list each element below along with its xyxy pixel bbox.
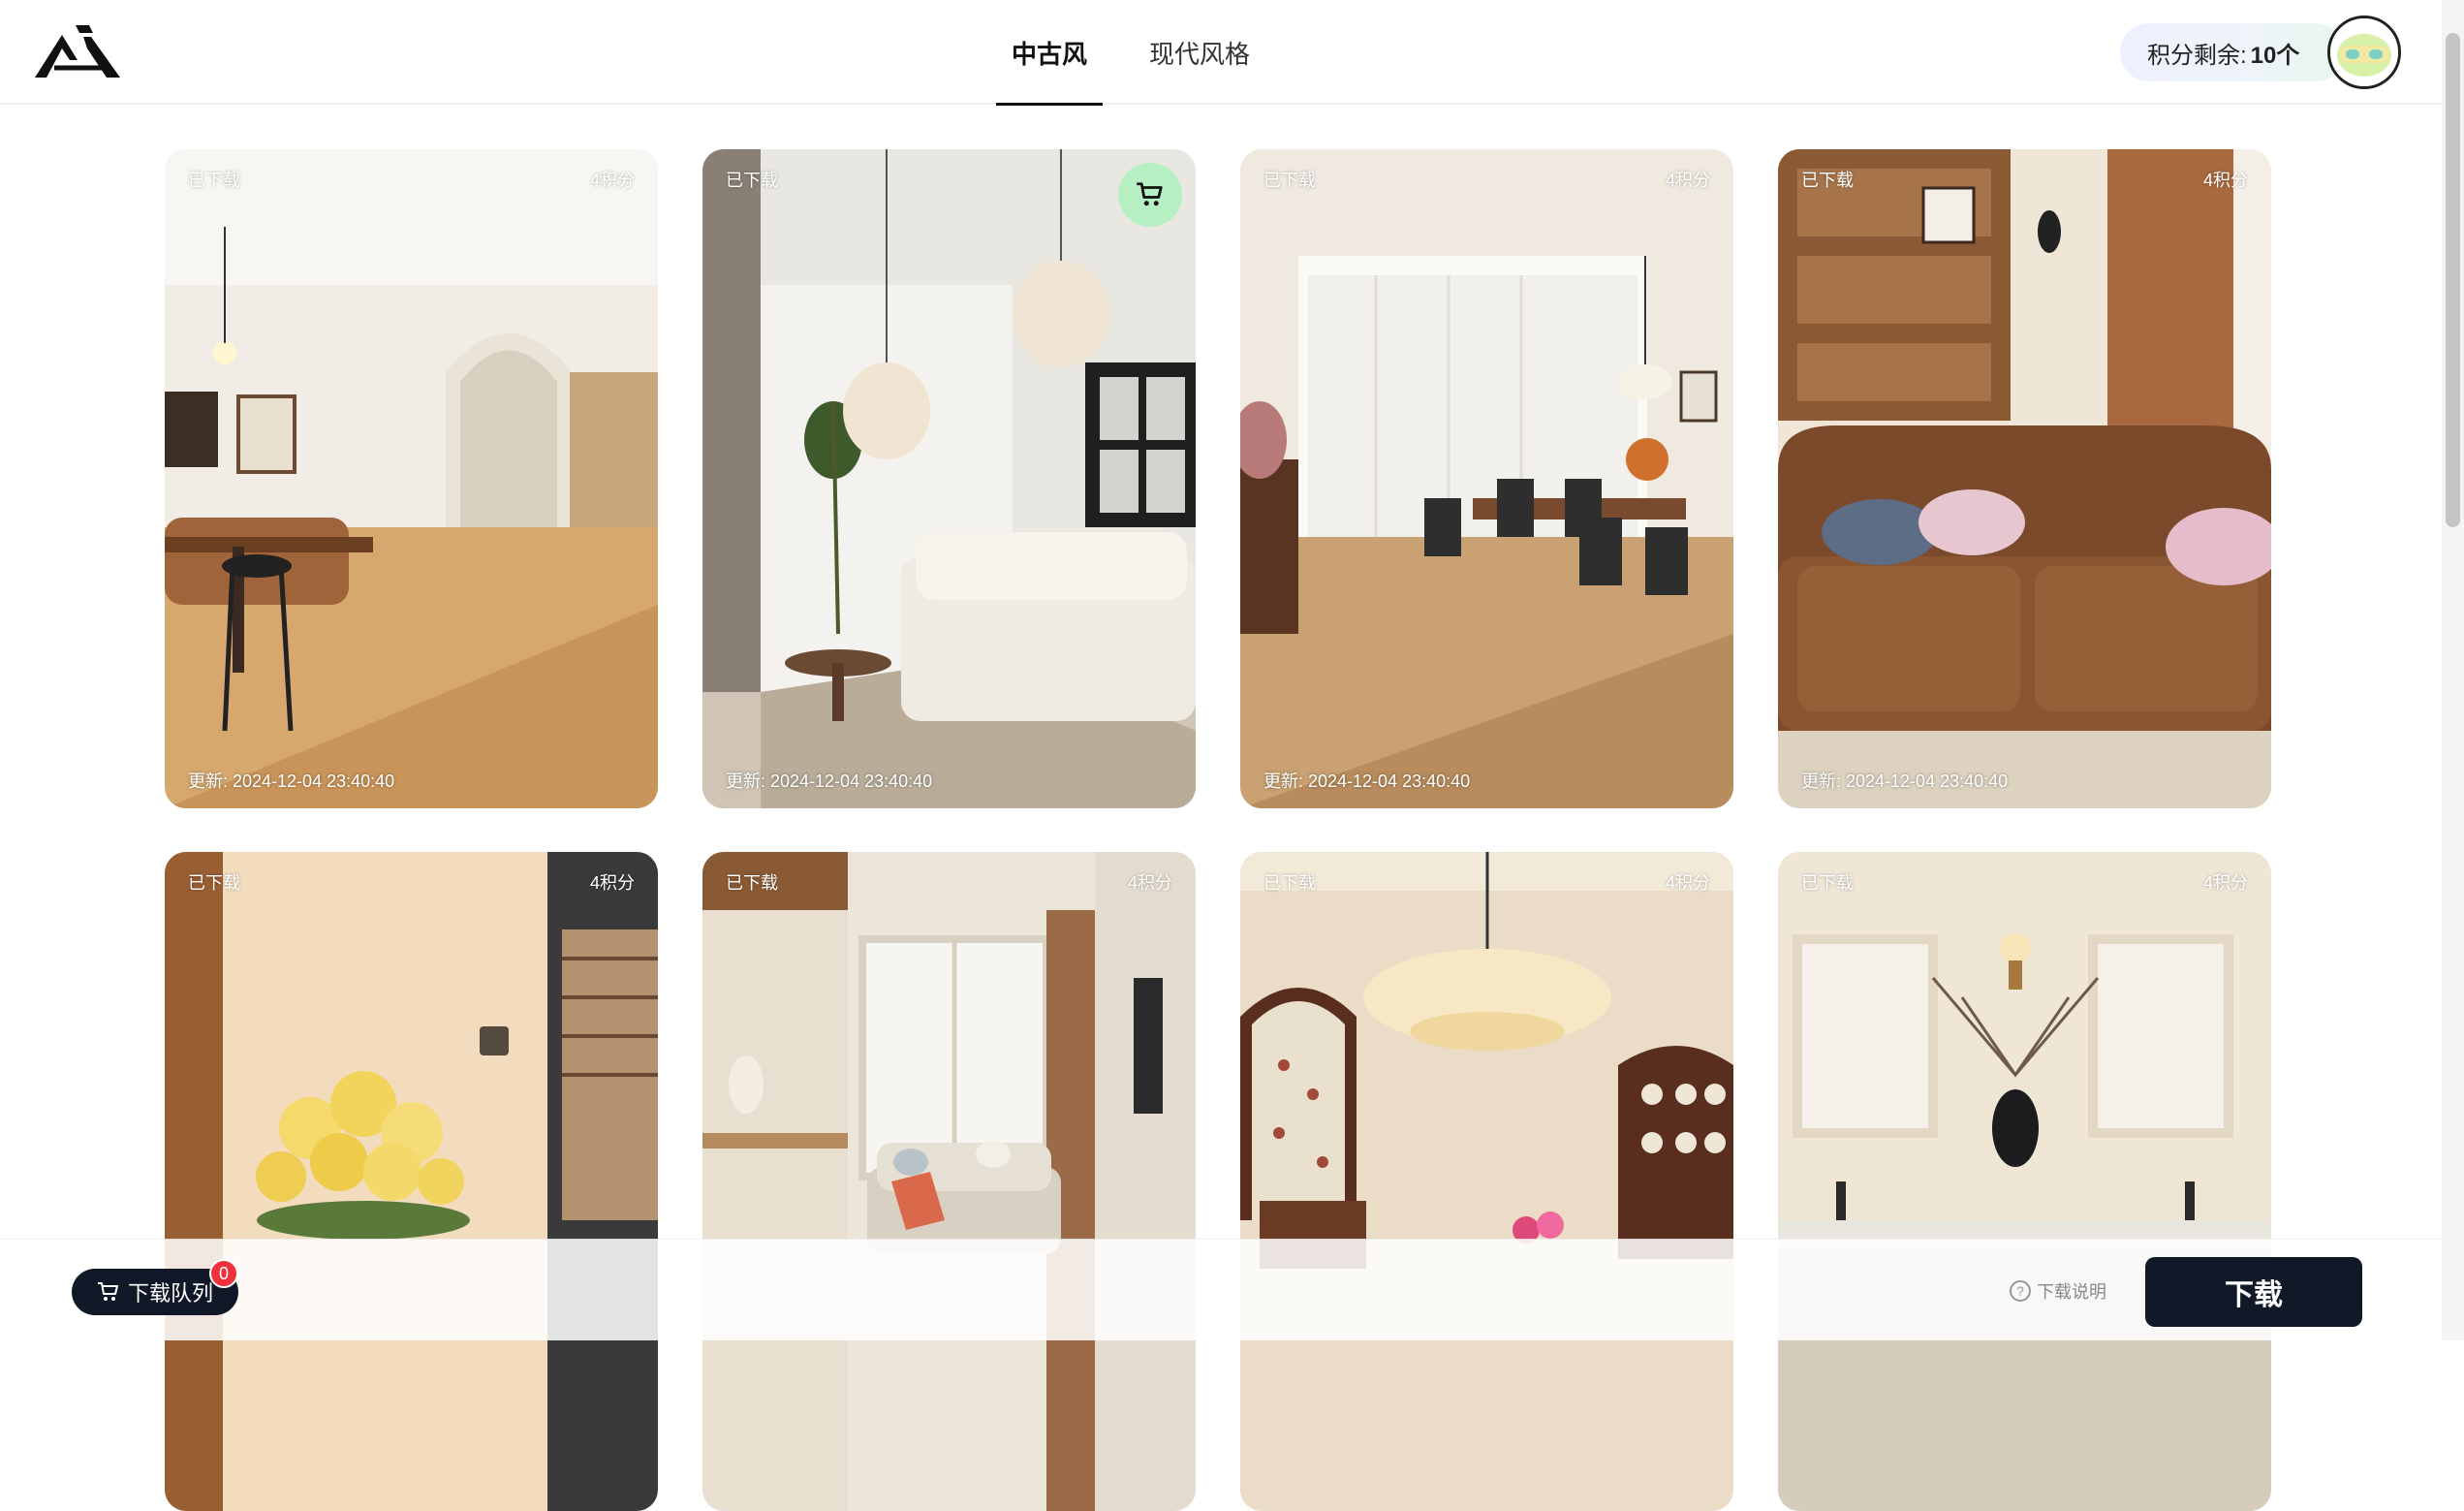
- updated-label: 更新: 2024-12-04 23:40:40: [1263, 771, 1471, 791]
- image-card[interactable]: 已下载 4积分 更新: 2024-12-04 23:40:40: [1778, 149, 2271, 808]
- scrollbar-thumb[interactable]: [2446, 33, 2460, 527]
- image-card[interactable]: 已下载 4积分 更新: 2024-12-04 23:40:40: [1240, 149, 1733, 808]
- downloaded-label: 已下载: [188, 171, 240, 190]
- downloaded-label: 已下载: [1263, 873, 1316, 893]
- cost-label: 4积分: [589, 171, 635, 190]
- top-header: 中古风 现代风格 积分剩余: 10个: [0, 0, 2442, 106]
- scene-image: [702, 852, 1196, 1511]
- download-help-link[interactable]: ? 下载说明: [2010, 1278, 2106, 1304]
- cost-label: 4积分: [1665, 873, 1710, 893]
- scene-image: [165, 852, 658, 1511]
- updated-label: 更新: 2024-12-04 23:40:40: [188, 771, 395, 791]
- download-button[interactable]: 下载: [2145, 1257, 2362, 1327]
- scene-image: [1778, 852, 2271, 1511]
- downloaded-label: 已下载: [1801, 873, 1854, 893]
- scene-image: [1240, 852, 1733, 1511]
- cost-label: 4积分: [589, 873, 635, 893]
- cart-icon: [98, 1282, 118, 1301]
- image-card[interactable]: 已下载 4积分 更新: 2024-12-04 23:40:40: [165, 149, 658, 808]
- help-label: 下载说明: [2037, 1282, 2106, 1302]
- question-icon: ?: [2010, 1280, 2031, 1302]
- cart-icon: [1137, 182, 1163, 206]
- updated-label: 更新: 2024-12-04 23:40:40: [726, 771, 933, 791]
- scene-image: [165, 149, 658, 808]
- image-card[interactable]: 已下载 4积分: [702, 852, 1196, 1511]
- queue-label: 下载队列: [128, 1281, 214, 1306]
- brand-logo[interactable]: [33, 21, 122, 81]
- cost-label: 4积分: [1127, 873, 1172, 893]
- image-card[interactable]: 已下载 更新: 2024-12-04 23:40:40: [702, 149, 1196, 808]
- cost-label: 4积分: [1665, 171, 1710, 190]
- points-label: 积分剩余:: [2147, 42, 2247, 69]
- downloaded-label: 已下载: [1801, 171, 1854, 190]
- downloaded-label: 已下载: [1263, 171, 1316, 190]
- avatar-icon[interactable]: [2327, 16, 2401, 89]
- updated-label: 更新: 2024-12-04 23:40:40: [1801, 771, 2009, 791]
- image-card[interactable]: 已下载 4积分: [1778, 852, 2271, 1511]
- scene-image: [1778, 149, 2271, 808]
- downloaded-label: 已下载: [726, 873, 778, 893]
- tab-mid-century[interactable]: 中古风: [996, 0, 1104, 106]
- tab-label: 现代风格: [1149, 39, 1251, 69]
- bottom-action-bar: 下载队列 0 ? 下载说明 下载: [0, 1239, 2442, 1340]
- downloaded-label: 已下载: [726, 171, 778, 190]
- download-label: 下载: [2225, 1279, 2283, 1311]
- scene-image: [1240, 149, 1733, 808]
- tab-modern[interactable]: 现代风格: [1138, 0, 1262, 105]
- downloaded-label: 已下载: [188, 873, 240, 893]
- style-tabs: 中古风 现代风格: [996, 0, 1296, 106]
- queue-count-badge: 0: [209, 1259, 238, 1288]
- points-remaining: 积分剩余: 10个: [2120, 23, 2345, 81]
- points-value: 10个: [2250, 42, 2300, 69]
- cost-label: 4积分: [2202, 873, 2248, 893]
- cart-button[interactable]: [1118, 163, 1182, 227]
- image-card[interactable]: 已下载 4积分: [1240, 852, 1733, 1511]
- scene-image: [702, 149, 1196, 808]
- image-card[interactable]: 已下载 4积分: [165, 852, 658, 1511]
- cost-label: 4积分: [2202, 171, 2248, 190]
- tab-label: 中古风: [1012, 39, 1088, 69]
